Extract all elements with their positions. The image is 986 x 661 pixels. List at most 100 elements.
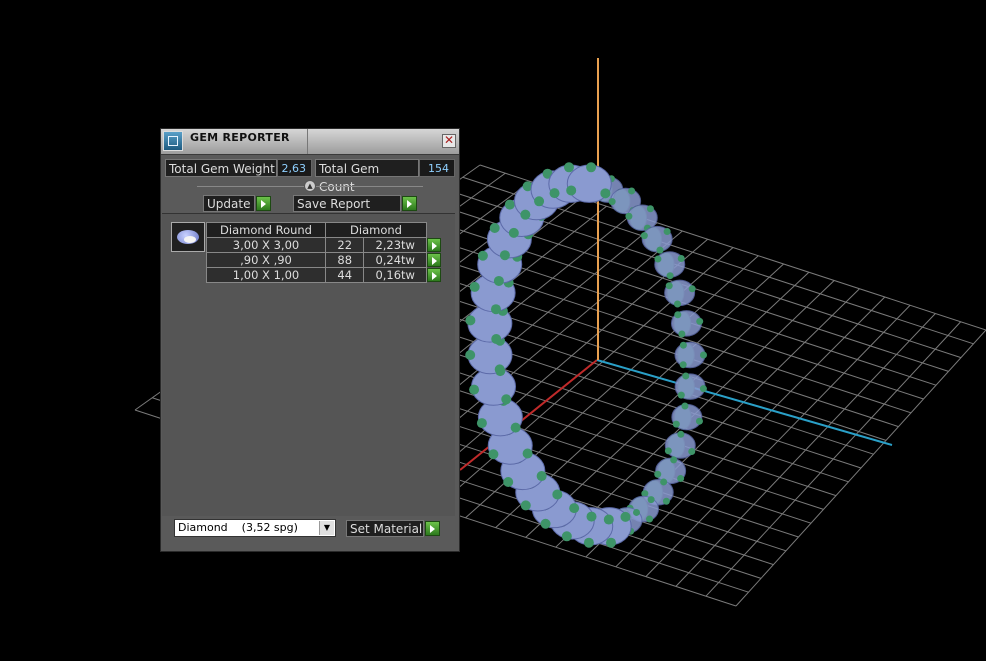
save-report-go-icon[interactable] [402,196,417,211]
ring-prong [540,518,551,529]
ring-prong [700,351,707,359]
gem-list-area: Diamond Round Diamond 3,00 X 3,00 22 2,2… [162,213,455,516]
row-go-icon[interactable] [427,268,441,282]
set-material-button[interactable]: Set Material [346,520,424,537]
ring-prong [469,384,480,395]
ring-prong [586,162,597,173]
ring-prong [679,341,687,349]
ring-prong [603,514,614,525]
update-go-icon[interactable] [256,196,271,211]
ring-prong [677,255,685,263]
gem-weight-cell: 2,23tw [363,237,427,253]
ring-prong [586,511,597,522]
ring-prong [561,531,572,542]
gem-count-cell: 44 [324,267,365,283]
close-icon[interactable]: ✕ [442,134,456,148]
ring-prong [640,232,648,240]
ring-prong [522,448,533,459]
table-row[interactable]: 3,00 X 3,00 22 2,23tw [206,237,444,253]
ring-prong [677,430,685,438]
eternity-ring-model [465,162,707,548]
table-row[interactable]: 1,00 X 1,00 44 0,16tw [206,267,444,283]
header-material: Diamond [325,222,427,238]
ring-prong [647,496,655,504]
material-bar: Diamond (3,52 spg) ▼ Set Material [162,517,455,549]
material-dropdown[interactable]: Diamond (3,52 spg) ▼ [174,519,336,537]
material-selected-value: Diamond (3,52 spg) [178,521,298,534]
update-button[interactable]: Update [203,195,255,212]
ring-prong [679,361,687,369]
ring-prong [628,187,636,195]
ring-prong [503,476,514,487]
ring-prong [632,508,640,516]
ring-prong [646,515,654,523]
ring-prong [606,537,617,548]
ring-prong [552,489,563,500]
ring-prong [654,470,662,478]
ring-prong [663,228,671,236]
row-go-icon[interactable] [427,238,441,252]
ring-prong [566,185,577,196]
ring-prong [699,385,707,393]
gem-table: Diamond Round Diamond 3,00 X 3,00 22 2,2… [206,222,444,283]
total-weight-value: 2,63 [277,159,312,177]
ring-prong [494,364,505,375]
row-go-icon[interactable] [427,253,441,267]
diamond-thumbnail-icon[interactable] [171,222,205,252]
ring-prong [536,471,547,482]
ring-prong [625,212,633,220]
gem-size-cell: ,90 X ,90 [206,252,326,268]
ring-prong [678,330,686,338]
ring-prong [673,300,681,308]
gem-size-cell: 1,00 X 1,00 [206,267,326,283]
gem-weight-cell: 0,24tw [363,252,427,268]
title-bar[interactable]: GEM REPORTER ✕ [161,129,459,155]
ring-prong [488,449,499,460]
grid-line [705,321,962,597]
ring-prong [491,334,502,345]
ring-prong [493,275,504,286]
ring-prong [534,196,545,207]
ring-prong [677,474,685,482]
ring-prong [688,447,696,455]
ring-prong [510,422,521,433]
ring-prong [476,418,487,429]
ring-prong [654,255,662,263]
ring-prong [600,188,611,199]
ring-prong [477,250,488,261]
collapse-up-icon[interactable]: ▲ [304,180,316,192]
grid-line [675,313,936,587]
ring-prong [501,394,512,405]
ring-prong [563,162,574,173]
ring-prong [569,503,580,514]
table-row[interactable]: ,90 X ,90 88 0,24tw [206,252,444,268]
ring-prong [608,198,616,206]
ring-prong [674,311,682,319]
total-weight-label: Total Gem Weight [165,159,277,177]
gem-count-cell: 88 [324,252,365,268]
ring-prong [520,209,531,220]
gem-reporter-icon [163,131,183,151]
table-header-row: Diamond Round Diamond [206,222,444,238]
ring-prong [508,227,519,238]
ring-prong [646,205,654,213]
grid-line [735,329,986,607]
ring-prong [583,537,594,548]
ring-prong [664,447,672,455]
window-title: GEM REPORTER [190,131,290,144]
ring-prong [490,304,501,315]
ring-prong [665,282,673,290]
set-material-go-icon[interactable] [425,521,440,536]
gem-size-cell: 3,00 X 3,00 [206,237,326,253]
3d-viewport[interactable] [0,0,986,661]
ring-prong [620,511,631,522]
gem-count-cell: 22 [324,237,365,253]
ring-prong [681,402,689,410]
save-report-button[interactable]: Save Report [293,195,401,212]
ring-prong [677,391,685,399]
ring-prong [499,250,510,261]
gem-reporter-panel: GEM REPORTER ✕ Total Gem Weight 2,63 Tot… [160,128,460,552]
ring-prong [682,372,690,380]
header-shape: Diamond Round [206,222,326,238]
chevron-down-icon[interactable]: ▼ [319,521,334,535]
